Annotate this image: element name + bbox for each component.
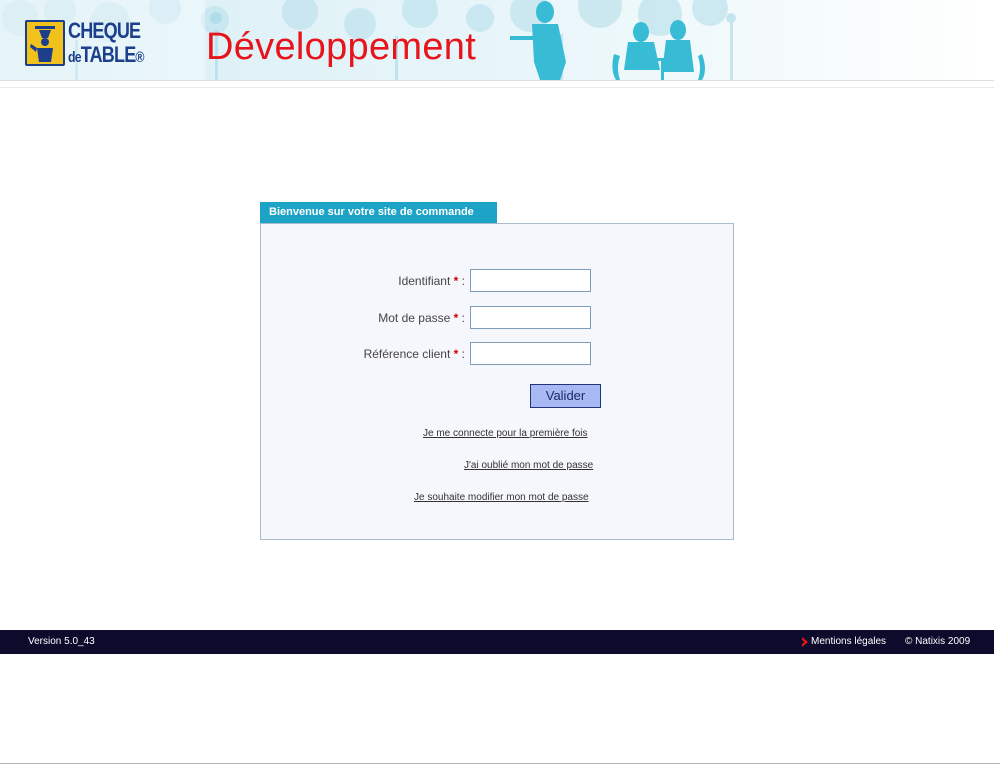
identifiant-row: Identifiant * :: [300, 270, 465, 294]
logo-registered-mark: ®: [135, 49, 144, 66]
forgot-password-link[interactable]: J'ai oublié mon mot de passe: [464, 460, 593, 471]
mot-de-passe-label: Mot de passe * :: [378, 311, 465, 325]
header-cafe-illustration: [0, 0, 994, 80]
mentions-legales-link[interactable]: Mentions légales: [811, 630, 886, 654]
version-label: Version 5.0_43: [28, 636, 95, 647]
footer-chevron-icon: [802, 637, 808, 647]
identifiant-label: Identifiant * :: [398, 274, 465, 288]
header-divider: [0, 80, 994, 81]
first-login-link[interactable]: Je me connecte pour la première fois: [423, 428, 588, 439]
reference-client-input[interactable]: [470, 342, 591, 365]
logo-text-de-table: deTABLE®: [68, 44, 144, 69]
required-marker: *: [453, 274, 459, 288]
copyright-label: © Natixis 2009: [905, 636, 971, 647]
logo-text-de: de: [68, 49, 82, 66]
cheque-de-table-logo[interactable]: CHEQUE deTABLE®: [25, 20, 147, 68]
reference-client-label: Référence client * :: [363, 347, 465, 361]
change-password-link[interactable]: Je souhaite modifier mon mot de passe: [414, 492, 589, 503]
password-input[interactable]: [470, 306, 591, 329]
login-panel-title: Bienvenue sur votre site de commande: [260, 202, 497, 223]
environment-label: Développement: [206, 26, 477, 68]
header-divider-secondary: [0, 87, 994, 88]
identifiant-input[interactable]: [470, 269, 591, 292]
mot-de-passe-row: Mot de passe * :: [300, 307, 465, 331]
page-header: CHEQUE deTABLE® Développement: [0, 0, 994, 80]
required-marker: *: [453, 311, 459, 325]
required-marker: *: [453, 347, 459, 361]
logo-waiter-icon: [25, 20, 65, 66]
reference-client-row: Référence client * :: [300, 343, 465, 367]
page-footer: Version 5.0_43 Mentions légales © Natixi…: [0, 630, 994, 654]
window-bottom-edge: [0, 763, 1000, 764]
logo-text-cheque: CHEQUE: [68, 18, 141, 43]
logo-text-table: TABLE: [80, 42, 137, 67]
valider-button[interactable]: Valider: [530, 384, 601, 408]
